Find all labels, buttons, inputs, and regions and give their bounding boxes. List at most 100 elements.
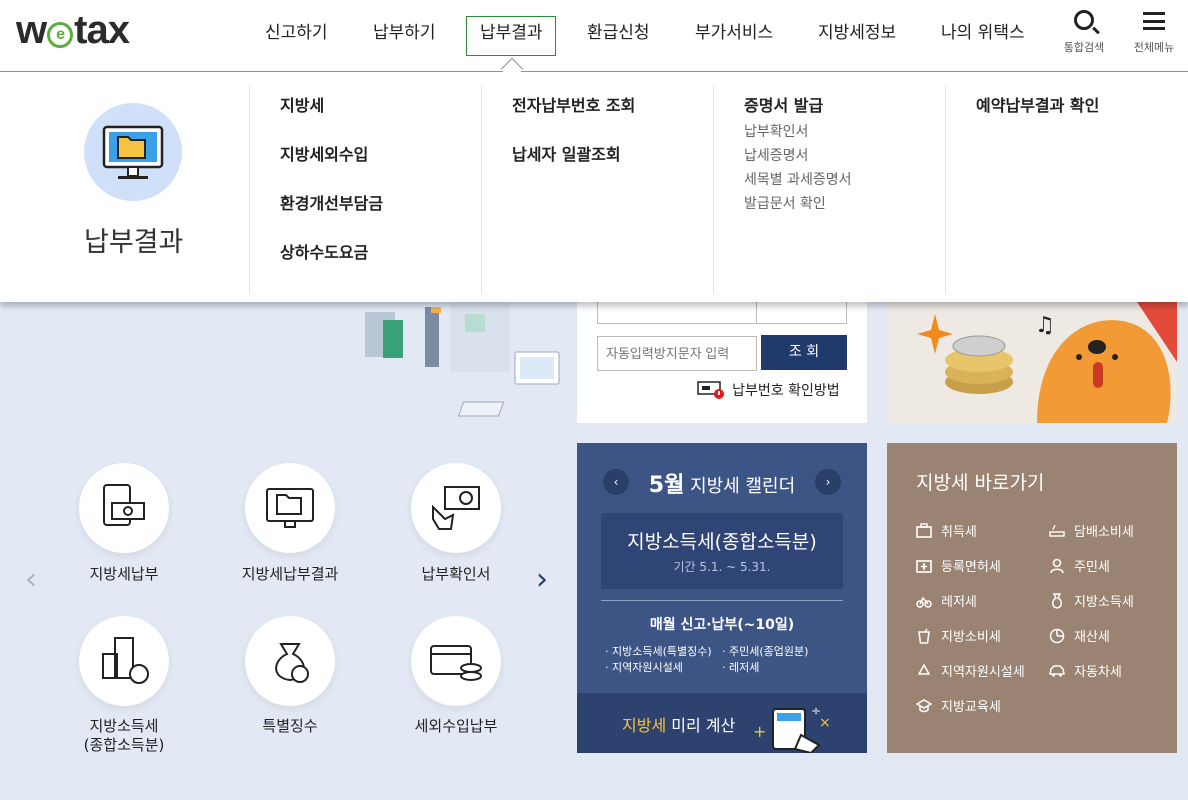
payment-result-dropdown: 납부결과 지방세 지방세외수입 환경개선부담금 상하수도요금 전자납부번호 조회… — [0, 72, 1188, 302]
shortcut-property-tax[interactable]: 재산세 — [1049, 626, 1110, 645]
monitor-folder-icon — [266, 488, 314, 528]
calendar-tax-item: · 레저세 — [722, 661, 760, 674]
search-icon — [1074, 10, 1094, 30]
svg-text:+: + — [753, 722, 766, 741]
shortcut-education-tax[interactable]: 지방교육세 — [915, 696, 1001, 715]
card-reader-icon — [697, 381, 724, 399]
active-nav-highlight — [466, 16, 556, 56]
menu-tax-clearance[interactable]: 납세증명서 — [744, 145, 808, 165]
quick-local-tax-result[interactable] — [245, 463, 335, 553]
category-icon-circle — [84, 103, 182, 201]
menu-environment-charge[interactable]: 환경개선부담금 — [280, 190, 383, 214]
shortcut-local-income-tax[interactable]: 지방소득세 — [1049, 591, 1134, 610]
shortcut-registration-tax[interactable]: 등록면허세 — [916, 556, 1001, 575]
calculator-icon: + ÷ × — [753, 704, 831, 753]
promo-banner[interactable]: ♫ — [887, 302, 1177, 423]
license-icon — [916, 558, 932, 574]
hamburger-icon — [1143, 12, 1165, 30]
person-icon — [1049, 558, 1065, 574]
menu-taxpayer-bulk-lookup[interactable]: 납세자 일괄조회 — [512, 141, 621, 165]
receipt-hand-icon — [432, 486, 480, 530]
svg-text:×: × — [819, 715, 831, 731]
calendar-tax-item: · 지방소득세(특별징수) — [605, 645, 712, 658]
payment-number-field[interactable] — [597, 300, 757, 324]
menu-reserved-payment-result[interactable]: 예약납부결과 확인 — [976, 92, 1099, 116]
mobile-payment-icon — [103, 484, 145, 526]
quick-label: 특별징수 — [262, 717, 318, 735]
quick-label: 세외수입납부 — [414, 717, 498, 735]
nav-my-wetax[interactable]: 나의 위택스 — [941, 18, 1025, 43]
quick-label: 지방세납부 — [89, 565, 159, 583]
recycle-icon — [916, 663, 932, 679]
quick-label: 지방소득세 — [89, 717, 159, 735]
shortcut-vehicle-tax[interactable]: 자동차세 — [1049, 661, 1122, 680]
captcha-image — [756, 300, 847, 324]
menu-payment-confirmation[interactable]: 납부확인서 — [744, 121, 808, 141]
quick-local-income-tax[interactable] — [79, 616, 169, 706]
quick-prev-arrow[interactable]: ‹ — [25, 562, 37, 597]
shortcut-tobacco-tax[interactable]: 담배소비세 — [1049, 521, 1134, 540]
nav-local-tax-info[interactable]: 지방세정보 — [818, 18, 896, 43]
monthly-deadline: 매월 신고·납부(~10일) — [649, 617, 795, 633]
menu-certificate-issue[interactable]: 증명서 발급 — [744, 92, 823, 116]
payment-lookup-panel: 조 회 납부번호 확인방법 — [577, 300, 867, 423]
money-bag-icon — [275, 643, 309, 683]
quick-next-arrow[interactable]: › — [536, 562, 548, 597]
shortcut-local-consumption-tax[interactable]: 지방소비세 — [916, 626, 1001, 645]
menu-water-fee[interactable]: 상하수도요금 — [280, 239, 368, 263]
building-won-icon — [102, 637, 149, 684]
mascot-illustration: ♫ — [887, 302, 1177, 423]
svg-text:♫: ♫ — [1035, 313, 1055, 338]
captcha-input[interactable] — [597, 336, 757, 371]
pie-chart-icon — [1049, 628, 1065, 644]
menu-non-tax-revenue[interactable]: 지방세외수입 — [280, 141, 368, 165]
nav-extra-services[interactable]: 부가서비스 — [695, 18, 773, 43]
graduation-cap-icon — [915, 698, 933, 714]
tax-precalc-banner[interactable]: 지방세 미리 계산 + ÷ × — [577, 693, 867, 753]
money-bag-icon — [1049, 593, 1065, 609]
nav-refund[interactable]: 환급신청 — [587, 18, 650, 43]
menu-local-tax[interactable]: 지방세 — [280, 92, 324, 116]
shortcut-resident-tax[interactable]: 주민세 — [1049, 556, 1110, 575]
dropdown-divider — [249, 84, 250, 294]
menu-tax-item-certificate[interactable]: 세목별 과세증명서 — [744, 169, 852, 189]
shortcut-acquisition-tax[interactable]: 취득세 — [916, 521, 977, 540]
quick-payment-confirmation[interactable] — [411, 463, 501, 553]
shortcut-leisure-tax[interactable]: 레저세 — [916, 591, 977, 610]
quick-label: (종합소득분) — [83, 736, 165, 754]
local-tax-calendar: ‹ › 5월 지방세 캘린더 지방소득세(종합소득분) 기간 5.1. ~ 5.… — [577, 443, 867, 753]
dropdown-divider — [481, 84, 482, 294]
cup-icon — [916, 628, 932, 644]
divider — [601, 600, 843, 601]
local-tax-shortcuts: 지방세 바로가기 취득세 담배소비세 등록면허세 주민세 레저세 지방소득세 지… — [887, 443, 1177, 753]
dropdown-category-title: 납부결과 — [84, 227, 184, 258]
payment-number-help-link[interactable]: 납부번호 확인방법 — [697, 379, 840, 400]
wetax-logo[interactable]: w e tax — [16, 8, 130, 53]
quick-special-withholding[interactable] — [245, 616, 335, 706]
calendar-featured-card[interactable]: 지방소득세(종합소득분) 기간 5.1. ~ 5.31. — [601, 513, 843, 589]
cigarette-icon — [1049, 523, 1065, 539]
nav-pay[interactable]: 납부하기 — [373, 18, 436, 43]
quick-local-tax-payment[interactable] — [79, 463, 169, 553]
car-icon — [1049, 663, 1065, 679]
shortcuts-title: 지방세 바로가기 — [916, 472, 1045, 494]
calendar-tax-item: · 주민세(종업원분) — [722, 645, 809, 658]
monitor-folder-icon — [102, 125, 164, 179]
menu-issued-doc-check[interactable]: 발급문서 확인 — [744, 193, 826, 213]
shortcut-resource-facility-tax[interactable]: 지역자원시설세 — [916, 661, 1025, 680]
dropdown-divider — [945, 84, 946, 294]
calendar-tax-item: · 지역자원시설세 — [605, 661, 683, 674]
calendar-title: 5월 지방세 캘린더 — [648, 473, 796, 498]
dropdown-divider — [713, 84, 714, 294]
site-header: w e tax 신고하기 납부하기 납부결과 환급신청 부가서비스 지방세정보 나의… — [0, 0, 1188, 72]
briefcase-icon — [916, 523, 932, 539]
city-illustration — [365, 302, 560, 417]
quick-non-tax-payment[interactable] — [411, 616, 501, 706]
card-coins-icon — [430, 645, 482, 681]
nav-file-report[interactable]: 신고하기 — [265, 18, 328, 43]
lookup-button[interactable]: 조 회 — [761, 335, 847, 370]
quick-label: 납부확인서 — [421, 565, 491, 583]
menu-epay-number-lookup[interactable]: 전자납부번호 조회 — [512, 92, 635, 116]
bicycle-icon — [916, 593, 932, 609]
quick-label: 지방세납부결과 — [241, 565, 339, 583]
